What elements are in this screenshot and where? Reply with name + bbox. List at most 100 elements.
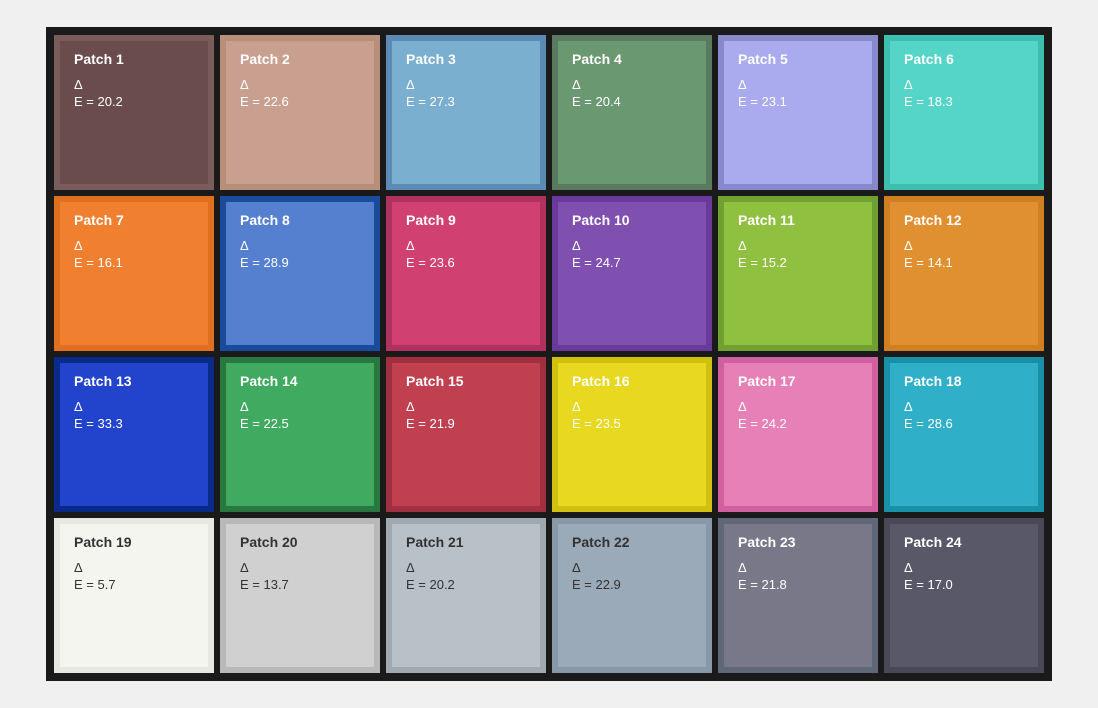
patch-e-12: E = 14.1 <box>904 255 1024 270</box>
patch-name-6: Patch 6 <box>904 51 1024 67</box>
patch-inner-23: Patch 23 Δ E = 21.8 <box>724 524 872 667</box>
patch-delta-22: Δ <box>572 560 692 575</box>
patch-outer-15: Patch 15 Δ E = 21.9 <box>386 357 546 512</box>
patch-e-10: E = 24.7 <box>572 255 692 270</box>
patch-inner-5: Patch 5 Δ E = 23.1 <box>724 41 872 184</box>
patch-outer-9: Patch 9 Δ E = 23.6 <box>386 196 546 351</box>
patch-e-3: E = 27.3 <box>406 94 526 109</box>
patch-outer-1: Patch 1 Δ E = 20.2 <box>54 35 214 190</box>
patch-delta-4: Δ <box>572 77 692 92</box>
patch-inner-2: Patch 2 Δ E = 22.6 <box>226 41 374 184</box>
patch-inner-3: Patch 3 Δ E = 27.3 <box>392 41 540 184</box>
patch-delta-2: Δ <box>240 77 360 92</box>
patch-outer-14: Patch 14ΔE = 22.5 <box>220 357 380 512</box>
patch-name-15: Patch 15 <box>406 373 526 389</box>
patch-delta-10: Δ <box>572 238 692 253</box>
patch-name-1: Patch 1 <box>74 51 194 67</box>
patch-inner-4: Patch 4 Δ E = 20.4 <box>558 41 706 184</box>
patch-name-11: Patch 11 <box>738 212 858 228</box>
patch-delta-19: Δ <box>74 560 194 575</box>
patch-outer-8: Patch 8ΔE = 28.9 <box>220 196 380 351</box>
patch-outer-22: Patch 22ΔE = 22.9 <box>552 518 712 673</box>
patch-e-9: E = 23.6 <box>406 255 526 270</box>
patch-outer-24: Patch 24 Δ E = 17.0 <box>884 518 1044 673</box>
patch-e-24: E = 17.0 <box>904 577 1024 592</box>
patch-delta-8: Δ <box>240 238 360 253</box>
patch-e-22: E = 22.9 <box>572 577 692 592</box>
patch-inner-11: Patch 11 Δ E = 15.2 <box>724 202 872 345</box>
patch-inner-12: Patch 12 Δ E = 14.1 <box>890 202 1038 345</box>
patch-delta-1: Δ <box>74 77 194 92</box>
patch-e-20: E = 13.7 <box>240 577 360 592</box>
patch-outer-7: Patch 7ΔE = 16.1 <box>54 196 214 351</box>
patch-outer-21: Patch 21 Δ E = 20.2 <box>386 518 546 673</box>
patch-name-16: Patch 16 <box>572 373 692 389</box>
patch-name-3: Patch 3 <box>406 51 526 67</box>
patch-e-13: E = 33.3 <box>74 416 194 431</box>
patch-delta-13: Δ <box>74 399 194 414</box>
patch-outer-2: Patch 2 Δ E = 22.6 <box>220 35 380 190</box>
patch-delta-15: Δ <box>406 399 526 414</box>
patch-e-7: E = 16.1 <box>74 255 194 270</box>
patch-delta-18: Δ <box>904 399 1024 414</box>
patch-outer-16: Patch 16 Δ E = 23.5 <box>552 357 712 512</box>
patch-name-24: Patch 24 <box>904 534 1024 550</box>
patch-name-9: Patch 9 <box>406 212 526 228</box>
patch-name-21: Patch 21 <box>406 534 526 550</box>
patch-e-2: E = 22.6 <box>240 94 360 109</box>
patch-name-13: Patch 13 <box>74 373 194 389</box>
patch-delta-20: Δ <box>240 560 360 575</box>
patch-delta-6: Δ <box>904 77 1024 92</box>
patch-delta-7: Δ <box>74 238 194 253</box>
patch-inner-7: Patch 7ΔE = 16.1 <box>60 202 208 345</box>
patch-name-17: Patch 17 <box>738 373 858 389</box>
patch-inner-14: Patch 14ΔE = 22.5 <box>226 363 374 506</box>
patch-name-4: Patch 4 <box>572 51 692 67</box>
patch-inner-1: Patch 1 Δ E = 20.2 <box>60 41 208 184</box>
patch-e-16: E = 23.5 <box>572 416 692 431</box>
patch-inner-10: Patch 10ΔE = 24.7 <box>558 202 706 345</box>
patch-inner-20: Patch 20ΔE = 13.7 <box>226 524 374 667</box>
patch-outer-3: Patch 3 Δ E = 27.3 <box>386 35 546 190</box>
patch-e-1: E = 20.2 <box>74 94 194 109</box>
patch-inner-8: Patch 8ΔE = 28.9 <box>226 202 374 345</box>
patch-name-2: Patch 2 <box>240 51 360 67</box>
patch-inner-15: Patch 15 Δ E = 21.9 <box>392 363 540 506</box>
patch-inner-17: Patch 17 Δ E = 24.2 <box>724 363 872 506</box>
patch-delta-21: Δ <box>406 560 526 575</box>
patch-e-11: E = 15.2 <box>738 255 858 270</box>
patch-inner-18: Patch 18 Δ E = 28.6 <box>890 363 1038 506</box>
patch-inner-16: Patch 16 Δ E = 23.5 <box>558 363 706 506</box>
patch-delta-24: Δ <box>904 560 1024 575</box>
patch-name-18: Patch 18 <box>904 373 1024 389</box>
patch-name-23: Patch 23 <box>738 534 858 550</box>
patch-e-23: E = 21.8 <box>738 577 858 592</box>
patch-e-17: E = 24.2 <box>738 416 858 431</box>
patch-delta-12: Δ <box>904 238 1024 253</box>
patch-name-5: Patch 5 <box>738 51 858 67</box>
patch-inner-9: Patch 9 Δ E = 23.6 <box>392 202 540 345</box>
patch-outer-11: Patch 11 Δ E = 15.2 <box>718 196 878 351</box>
patch-e-21: E = 20.2 <box>406 577 526 592</box>
patch-delta-3: Δ <box>406 77 526 92</box>
patch-e-4: E = 20.4 <box>572 94 692 109</box>
patch-outer-18: Patch 18 Δ E = 28.6 <box>884 357 1044 512</box>
patch-inner-21: Patch 21 Δ E = 20.2 <box>392 524 540 667</box>
patch-inner-6: Patch 6ΔE = 18.3 <box>890 41 1038 184</box>
patch-outer-13: Patch 13 Δ E = 33.3 <box>54 357 214 512</box>
patch-outer-17: Patch 17 Δ E = 24.2 <box>718 357 878 512</box>
patch-delta-17: Δ <box>738 399 858 414</box>
patch-delta-23: Δ <box>738 560 858 575</box>
patch-delta-5: Δ <box>738 77 858 92</box>
patch-delta-9: Δ <box>406 238 526 253</box>
patch-name-12: Patch 12 <box>904 212 1024 228</box>
patch-delta-14: Δ <box>240 399 360 414</box>
patch-delta-16: Δ <box>572 399 692 414</box>
patch-delta-11: Δ <box>738 238 858 253</box>
patch-e-5: E = 23.1 <box>738 94 858 109</box>
patch-outer-10: Patch 10ΔE = 24.7 <box>552 196 712 351</box>
patch-e-18: E = 28.6 <box>904 416 1024 431</box>
patch-grid: Patch 1 Δ E = 20.2 Patch 2 Δ E = 22.6 Patch 3 Δ… <box>46 27 1052 681</box>
patch-name-14: Patch 14 <box>240 373 360 389</box>
patch-e-15: E = 21.9 <box>406 416 526 431</box>
